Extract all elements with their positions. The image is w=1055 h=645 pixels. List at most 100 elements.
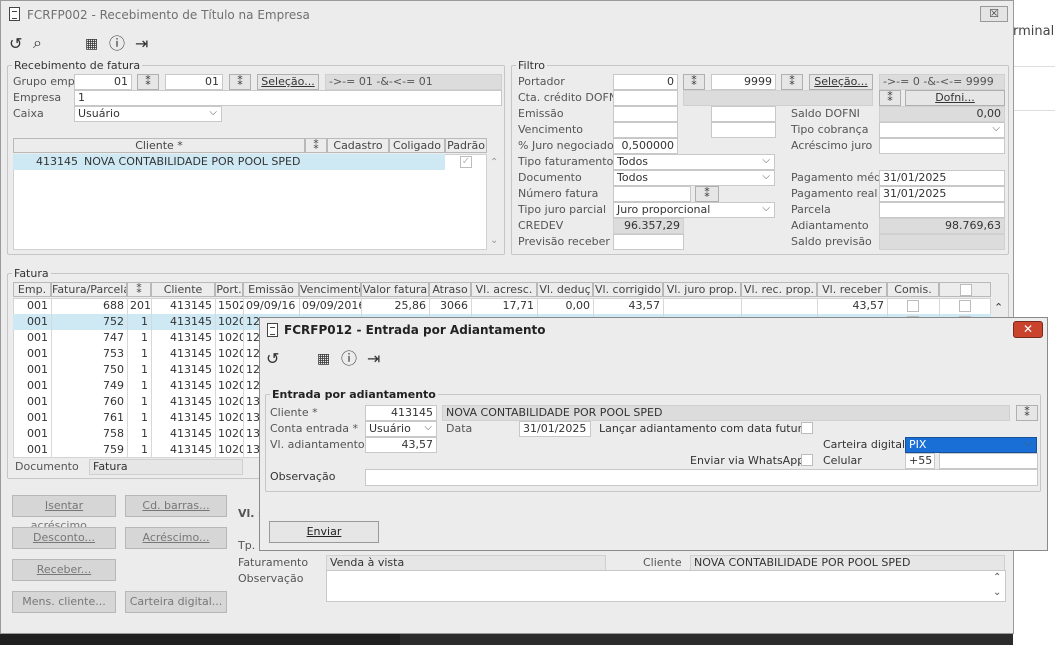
grupo-to-input[interactable]: 01 — [165, 74, 223, 90]
mens-cliente-button[interactable]: Mens. cliente... — [12, 591, 116, 613]
fatura-header-emp[interactable]: Emp. — [13, 282, 51, 297]
dialog-whatsapp-checkbox[interactable] — [801, 454, 813, 466]
fatura-header-fatura-parcela[interactable]: Fatura/Parcela — [51, 282, 127, 297]
dialog-exit-icon[interactable]: ⇥ — [367, 351, 380, 367]
refresh-icon[interactable]: ↺ — [9, 36, 22, 52]
tipo-cob-select[interactable] — [879, 122, 1005, 138]
grupo-from-input[interactable]: 01 — [74, 74, 132, 90]
juro-input[interactable]: 0,500000 — [613, 138, 678, 154]
dialog-close-icon[interactable]: ✕ — [1013, 321, 1043, 338]
fatura-header-vl-deduc[interactable]: Vl. deduç — [537, 282, 593, 297]
select-all-checkbox[interactable] — [960, 284, 972, 296]
saldo-dofni-label: Saldo DOFNI — [791, 107, 860, 120]
cta-lookup-icon[interactable]: ⁑ — [879, 90, 901, 106]
desconto-button[interactable]: Desconto... — [12, 527, 116, 549]
dialog-data-input[interactable]: 31/01/2025 — [519, 421, 591, 437]
emissao-from-input[interactable] — [613, 106, 678, 122]
pag-real-label: Pagamento real — [791, 187, 878, 200]
isentar-button[interactable]: Isentar acréscimo... — [12, 495, 116, 532]
grupo-from-lookup-icon[interactable]: ⁑ — [137, 74, 159, 90]
grid-header-coligado[interactable]: Coligado — [389, 138, 445, 153]
fatura-scroll-up-icon[interactable]: ⌃ — [994, 301, 1003, 314]
portador-selecao-button[interactable]: Seleção... — [809, 74, 873, 90]
dialog-lancar-checkbox[interactable] — [801, 422, 813, 434]
dialog-celular-ddi[interactable]: +55 — [905, 453, 935, 469]
emissao-to-input[interactable] — [711, 106, 776, 122]
acrescimo-input[interactable] — [879, 138, 1005, 154]
fatura-header-cliente[interactable]: Cliente — [151, 282, 215, 297]
pag-real-input[interactable]: 31/01/2025 — [879, 186, 1005, 202]
dialog-conta-select[interactable]: Usuário — [365, 421, 437, 437]
documento-select[interactable]: Todos — [613, 170, 775, 186]
dialog-calendar-icon[interactable]: ▦ — [317, 351, 330, 367]
calendar-icon[interactable]: ▦ — [85, 36, 98, 52]
vencimento-to-input[interactable] — [711, 122, 776, 138]
receber-button[interactable]: Receber... — [12, 559, 116, 581]
dofni-button[interactable]: Dofni... — [905, 90, 1005, 106]
dialog-refresh-icon[interactable]: ↺ — [266, 351, 279, 367]
search-icon[interactable]: ⌕ — [33, 35, 42, 51]
dialog-vl-input[interactable]: 43,57 — [365, 437, 437, 453]
grid-header-lookup-icon[interactable]: ⁑ — [305, 138, 327, 153]
cta-input[interactable] — [613, 90, 678, 106]
fatura-header-port[interactable]: Port. — [215, 282, 243, 297]
fatura-header-vl-acresc[interactable]: Vl. acresc. — [471, 282, 537, 297]
vencimento-from-input[interactable] — [613, 122, 678, 138]
fatura-header-emissao[interactable]: Emissão — [243, 282, 299, 297]
fatura-header-vl-juro-prop[interactable]: Vl. juro prop. — [663, 282, 741, 297]
obs-scroll-up-icon[interactable]: ⌃ — [993, 572, 1001, 583]
table-row[interactable]: 001 688 201 413145 1502 09/09/16 09/09/2016 25,… — [13, 298, 991, 314]
empresa-input[interactable]: 1 — [74, 90, 502, 106]
portador-from-input[interactable]: 0 — [613, 74, 678, 90]
fatura-header-lookup[interactable]: ⁑ — [127, 282, 151, 297]
fatura-header-atraso[interactable]: Atraso — [429, 282, 471, 297]
help-icon[interactable]: ⓘ — [109, 36, 125, 52]
pag-medio-label: Pagamento médio — [791, 171, 891, 184]
portador-to-input[interactable]: 9999 — [711, 74, 776, 90]
exit-icon[interactable]: ⇥ — [135, 36, 148, 52]
grupo-to-lookup-icon[interactable]: ⁑ — [229, 74, 251, 90]
tipo-juro-select[interactable]: Juro proporcional — [613, 202, 775, 218]
dialog-obs-input[interactable] — [365, 469, 1038, 486]
fatura-header-valor-fatura[interactable]: Valor fatura — [361, 282, 429, 297]
portador-to-lookup-icon[interactable]: ⁑ — [781, 74, 803, 90]
table-cell-emp: 001 — [27, 315, 48, 328]
row-select-checkbox[interactable] — [959, 300, 971, 312]
fatura-header-vencimento[interactable]: Vencimento — [299, 282, 361, 297]
cd-barras-button[interactable]: Cd. barras... — [125, 495, 227, 517]
dialog-help-icon[interactable]: ⓘ — [341, 351, 357, 367]
prev-input[interactable] — [613, 234, 684, 250]
bottom-obs-textarea[interactable] — [326, 570, 1006, 602]
fatura-header-select[interactable] — [939, 282, 991, 297]
fatura-header-comis[interactable]: Comis. — [887, 282, 939, 297]
enviar-button[interactable]: Enviar — [269, 521, 379, 543]
dialog-celular-input[interactable] — [939, 453, 1038, 469]
grid-header-cadastro[interactable]: Cadastro — [327, 138, 389, 153]
pag-medio-input[interactable]: 31/01/2025 — [879, 170, 1005, 186]
dialog-cliente-lookup-icon[interactable]: ⁑ — [1016, 405, 1038, 421]
padrao-checkbox[interactable]: ✓ — [460, 156, 472, 168]
table-cell-vl-corrigido: 43,57 — [628, 299, 661, 312]
fatura-header-vl-rec-prop[interactable]: Vl. rec. prop. — [741, 282, 817, 297]
caixa-select[interactable]: Usuário — [74, 106, 222, 122]
parcela-input[interactable] — [879, 202, 1005, 218]
grid-header-padrao[interactable]: Padrão — [445, 138, 487, 153]
scroll-up-icon[interactable]: ⌃ — [490, 157, 498, 168]
scroll-down-icon[interactable]: ⌄ — [490, 235, 498, 246]
dialog-carteira-select[interactable]: PIX — [905, 437, 1037, 453]
num-fatura-input[interactable] — [613, 186, 691, 202]
fatura-header-vl-corrigido[interactable]: Vl. corrigido — [593, 282, 663, 297]
close-button[interactable]: ☒ — [980, 6, 1008, 22]
comis-checkbox[interactable] — [907, 300, 919, 312]
grupo-selecao-button[interactable]: Seleção... — [257, 74, 319, 90]
tipo-fat-select[interactable]: Todos — [613, 154, 775, 170]
num-fatura-lookup-icon[interactable]: ⁑ — [695, 186, 719, 202]
carteira-digital-button[interactable]: Carteira digital... — [125, 591, 227, 613]
acrescimo-button[interactable]: Acréscimo... — [125, 527, 227, 549]
fatura-header-vl-receber[interactable]: Vl. receber — [817, 282, 887, 297]
cliente-grid-row[interactable]: 413145 NOVA CONTABILIDADE POR POOL SPED — [13, 154, 445, 170]
portador-from-lookup-icon[interactable]: ⁑ — [683, 74, 705, 90]
dialog-cliente-code[interactable]: 413145 — [365, 405, 437, 421]
grid-header-cliente[interactable]: Cliente * — [13, 138, 305, 153]
obs-scroll-down-icon[interactable]: ⌄ — [993, 587, 1001, 598]
